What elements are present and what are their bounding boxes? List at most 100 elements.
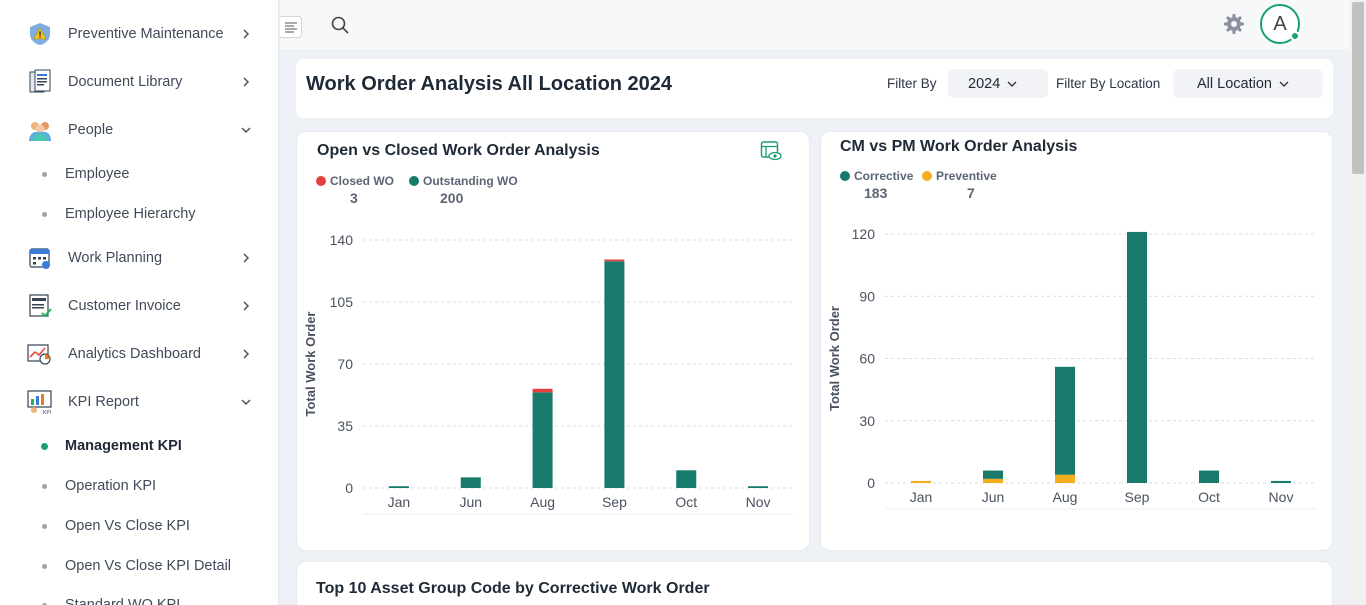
legend-outstanding-wo[interactable]: Outstanding WO <box>409 174 518 188</box>
open-vs-closed-chart-card: Open vs Closed Work Order Analysis Close… <box>296 131 810 551</box>
sidebar-item-kpi-report[interactable]: KPI KPI Report <box>0 382 278 422</box>
bar-closed-wo-sep[interactable] <box>604 259 625 262</box>
active-bullet-icon <box>41 442 48 450</box>
legend-preventive-total: 7 <box>967 185 975 201</box>
top-asset-group-card: Top 10 Asset Group Code by Corrective Wo… <box>296 561 1333 605</box>
topbar: A <box>280 0 1350 49</box>
legend-corrective[interactable]: Corrective <box>840 169 913 183</box>
x-tick-label: Jun <box>982 489 1005 505</box>
sidebar-subitem-management-kpi[interactable]: Management KPI <box>0 431 278 461</box>
bar-outstanding-wo-nov[interactable] <box>748 486 769 488</box>
sidebar-item-label: KPI Report <box>68 394 139 410</box>
analytics-icon <box>27 341 53 367</box>
sidebar-item-label: Document Library <box>68 74 183 90</box>
sidebar-item-label: People <box>68 122 114 138</box>
bar-outstanding-wo-sep[interactable] <box>604 261 625 488</box>
filter-by-label: Filter By <box>887 76 937 91</box>
y-tick-label: 0 <box>345 480 353 496</box>
legend-label: Outstanding WO <box>423 174 518 188</box>
year-filter-value: 2024 <box>968 75 1001 92</box>
sidebar-subitem-label: Standard WO KPI <box>65 597 181 605</box>
x-tick-label: Sep <box>602 494 627 510</box>
sidebar-item-label: Work Planning <box>68 250 163 266</box>
sidebar-subitem-open-vs-close-kpi[interactable]: Open Vs Close KPI <box>0 511 278 541</box>
sidebar-item-label: Preventive Maintenance <box>68 26 224 42</box>
legend-closed-wo[interactable]: Closed WO <box>316 174 394 188</box>
user-avatar[interactable]: A <box>1260 4 1300 44</box>
bar-outstanding-wo-oct[interactable] <box>676 470 697 488</box>
legend-corrective-total: 183 <box>864 185 888 201</box>
settings-button[interactable] <box>1223 13 1245 35</box>
legend-label: Corrective <box>854 169 914 183</box>
sidebar-item-people[interactable]: People <box>0 110 278 150</box>
y-tick-label: 70 <box>337 356 353 372</box>
bullet-icon <box>42 563 47 569</box>
invoice-icon <box>27 293 53 319</box>
sidebar-item-work-planning[interactable]: Work Planning <box>0 238 278 278</box>
bar-closed-wo-aug[interactable] <box>532 388 553 393</box>
x-tick-label: Aug <box>1053 489 1078 505</box>
svg-text:KPI: KPI <box>43 410 51 415</box>
bar-outstanding-wo-aug[interactable] <box>532 392 553 488</box>
sidebar-item-customer-invoice[interactable]: Customer Invoice <box>0 286 278 326</box>
open-vs-closed-chart: 0 35 70 105 140 Total Work Order Jan Jun Aug Sep O… <box>303 232 794 515</box>
avatar-letter: A <box>1273 12 1287 35</box>
sidebar-subitem-label: Employee Hierarchy <box>65 206 196 222</box>
y-tick-label: 90 <box>859 288 875 304</box>
x-tick-label: Jun <box>459 494 482 510</box>
document-icon <box>27 69 53 95</box>
sidebar-item-analytics-dashboard[interactable]: Analytics Dashboard <box>0 334 278 374</box>
sidebar-subitem-label: Management KPI <box>65 438 182 454</box>
sidebar-subitem-label: Employee <box>65 166 130 182</box>
y-tick-label: 30 <box>859 413 875 429</box>
sidebar-subitem-open-vs-close-kpi-detail[interactable]: Open Vs Close KPI Detail <box>0 551 278 581</box>
menu-icon <box>284 22 297 33</box>
bar-corrective-nov[interactable] <box>1271 480 1291 483</box>
bullet-icon <box>42 171 47 177</box>
chevron-down-icon <box>241 127 251 134</box>
sidebar-subitem-employee-hierarchy[interactable]: Employee Hierarchy <box>0 199 278 229</box>
legend-preventive[interactable]: Preventive <box>922 169 997 183</box>
bullet-icon <box>42 523 47 529</box>
bar-corrective-oct[interactable] <box>1199 470 1219 483</box>
x-tick-label: Aug <box>530 494 555 510</box>
sidebar-subitem-operation-kpi[interactable]: Operation KPI <box>0 471 278 501</box>
bar-preventive-aug[interactable] <box>1055 474 1075 483</box>
bar-corrective-aug[interactable] <box>1055 366 1075 475</box>
chart-title: Top 10 Asset Group Code by Corrective Wo… <box>316 580 710 597</box>
search-button[interactable] <box>330 15 350 35</box>
page-scrollbar[interactable] <box>1350 0 1366 605</box>
legend-closed-total: 3 <box>350 190 358 206</box>
x-tick-label: Oct <box>1198 489 1220 505</box>
sidebar-subitem-employee[interactable]: Employee <box>0 159 278 189</box>
bullet-icon <box>42 483 47 489</box>
sidebar-subitem-label: Operation KPI <box>65 478 157 494</box>
bar-corrective-sep[interactable] <box>1127 231 1147 483</box>
sidebar-item-document-library[interactable]: Document Library <box>0 62 278 102</box>
sidebar-toggle-button[interactable] <box>280 16 302 38</box>
gear-icon <box>1224 14 1244 34</box>
calendar-icon <box>27 245 53 271</box>
location-filter-select[interactable]: All Location <box>1173 69 1323 98</box>
chevron-down-icon <box>241 399 251 406</box>
bar-preventive-jun[interactable] <box>983 478 1003 483</box>
bar-corrective-jun[interactable] <box>983 470 1003 479</box>
x-tick-label: Sep <box>1125 489 1150 505</box>
year-filter-select[interactable]: 2024 <box>948 69 1048 98</box>
sidebar-subitem-label: Open Vs Close KPI <box>65 518 190 534</box>
chart-title: CM vs PM Work Order Analysis <box>840 138 1078 155</box>
header-card: Work Order Analysis All Location 2024 Fi… <box>296 59 1333 118</box>
bar-outstanding-wo-jun[interactable] <box>460 477 481 488</box>
sidebar: Preventive Maintenance Document Library … <box>0 0 279 605</box>
bar-outstanding-wo-jan[interactable] <box>388 486 409 488</box>
sidebar-item-preventive-maintenance[interactable]: Preventive Maintenance <box>0 14 278 54</box>
chevron-right-icon <box>243 301 250 311</box>
y-axis-label: Total Work Order <box>303 312 318 417</box>
y-axis-label: Total Work Order <box>827 306 842 411</box>
view-data-button[interactable] <box>760 140 782 162</box>
legend-dot-icon <box>922 171 932 181</box>
cm-vs-pm-chart-card: CM vs PM Work Order Analysis Corrective … <box>820 131 1333 551</box>
bar-preventive-jan[interactable] <box>911 480 931 483</box>
sidebar-subitem-standard-wo-kpi[interactable]: Standard WO KPI <box>0 590 278 605</box>
scrollbar-thumb[interactable] <box>1352 2 1364 174</box>
